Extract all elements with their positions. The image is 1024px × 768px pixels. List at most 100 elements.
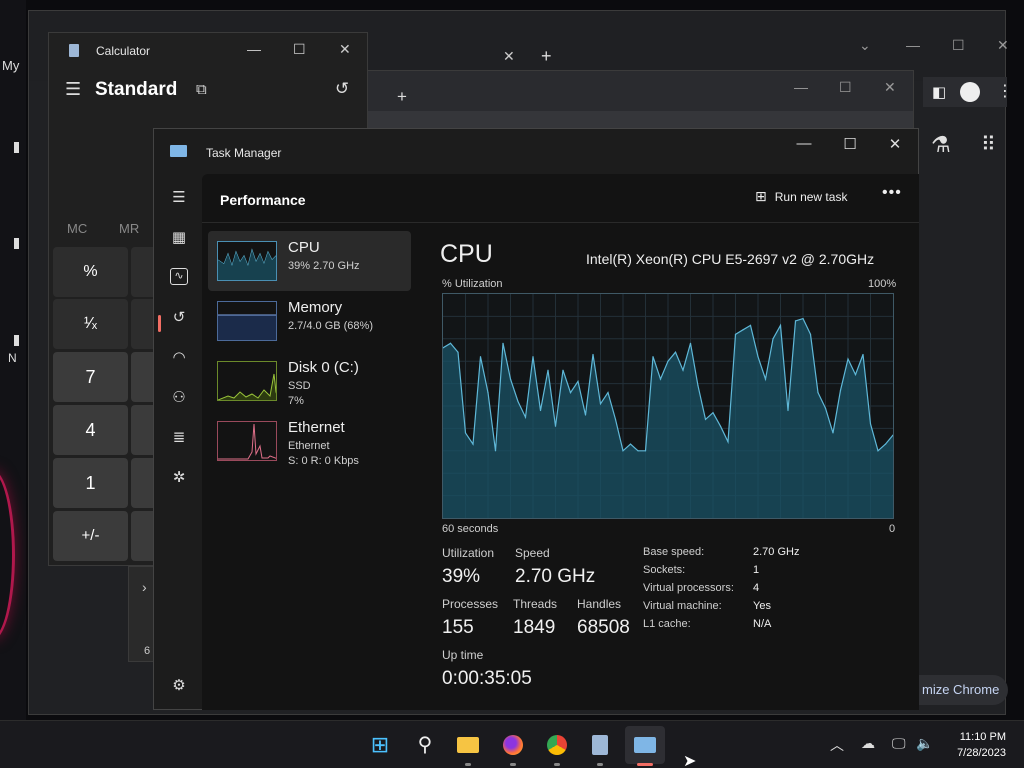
app-history-icon[interactable]: ↺ [170,308,188,326]
cpu-data-point [494,450,497,452]
tab-close-icon[interactable]: ✕ [503,48,515,65]
performance-content: Performance ⊞ Run new task ••• CPU 39% 2… [202,174,919,710]
perf-item-disk[interactable]: Disk 0 (C:) SSD 7% [208,351,411,411]
cpu-data-point [509,378,512,380]
perf-item-name: Disk 0 (C:) [288,359,359,376]
percent-button[interactable]: % [53,247,128,297]
file-explorer-icon[interactable] [456,734,480,756]
cpu-data-point [757,356,759,358]
volume-icon[interactable]: 🔈 [916,735,933,752]
chrome-menu-icon[interactable]: ⋮ [997,81,1013,101]
cpu-data-point [794,320,797,322]
perf-item-sub: S: 0 R: 0 Kbps [288,455,359,467]
new-tab-icon[interactable]: + [541,46,552,67]
cpu-data-point [764,378,767,380]
chevron-right-icon[interactable]: › [142,579,147,595]
apps-grid-icon[interactable]: ⠿ [981,132,996,157]
perf-item-name: CPU [288,239,320,256]
close-icon[interactable]: ✕ [339,41,351,58]
maximize-icon[interactable]: ☐ [839,79,852,96]
users-icon[interactable]: ⚇ [170,388,188,406]
hamburger-menu-icon[interactable]: ☰ [65,79,81,100]
cpu-data-point [682,369,684,371]
chevron-down-icon[interactable]: ⌄ [859,37,871,54]
minimize-icon[interactable]: — [247,41,261,57]
close-icon[interactable]: ✕ [884,79,896,96]
maximize-icon[interactable]: ☐ [293,41,306,58]
running-indicator [465,763,471,766]
cpu-data-point [464,432,467,434]
minimize-icon[interactable]: — [906,37,920,53]
cpu-data-point [622,450,624,452]
cpu-data-point [584,414,587,416]
desktop-icon-label[interactable]: My [2,58,19,73]
more-options-icon[interactable]: ••• [882,184,902,202]
perf-item-sub: 7% [288,395,304,407]
start-icon[interactable]: ⊞ [368,734,392,756]
system-clock[interactable]: 11:10 PM 7/28/2023 [957,729,1006,761]
perf-item-cpu[interactable]: CPU 39% 2.70 GHz [208,231,411,291]
processes-value: 155 [442,617,474,638]
cpu-data-point [869,423,872,425]
startup-apps-icon[interactable]: ◠ [170,348,188,366]
firefox-icon[interactable] [501,734,525,756]
processes-icon[interactable]: ▦ [170,228,188,246]
cpu-data-point [607,392,609,394]
desktop-icon-fragment [14,238,19,249]
details-icon[interactable]: ≣ [170,428,188,446]
cpu-data-point [472,443,474,445]
hamburger-menu-icon[interactable]: ☰ [170,188,188,206]
cpu-data-point [734,333,737,335]
run-task-icon: ⊞ [755,188,767,204]
cpu-data-point [637,450,639,452]
running-indicator [510,763,516,766]
memory-clear-button[interactable]: MC [67,221,87,236]
cpu-data-point [727,441,729,443]
desktop-icon-label-2[interactable]: N [8,351,17,365]
run-new-task-button[interactable]: ⊞ Run new task [755,188,847,205]
search-icon[interactable]: ⚲ [413,734,437,756]
onedrive-cloud-icon[interactable]: ☁ [861,735,875,752]
new-tab-icon[interactable]: + [397,87,407,107]
cpu-data-point [809,333,812,335]
network-icon[interactable]: 🖵 [892,735,906,752]
labs-flask-icon[interactable]: ⚗ [931,132,951,158]
digit-4-button[interactable]: 4 [53,405,128,455]
perf-item-ethernet[interactable]: Ethernet Ethernet S: 0 R: 0 Kbps [208,411,411,471]
spec-key: Sockets: [643,564,686,576]
calculator-icon[interactable] [588,734,612,756]
cpu-data-point [487,392,489,394]
close-icon[interactable]: ✕ [997,37,1009,54]
performance-icon[interactable]: ∿ [170,268,188,285]
y-axis-max-label: 100% [868,278,897,290]
side-panel-icon[interactable]: ◧ [932,83,946,101]
cpu-data-point [802,318,804,320]
x-axis-min-label: 0 [889,523,896,535]
minimize-icon[interactable]: — [794,79,808,95]
cpu-data-point [787,409,789,412]
memory-recall-button[interactable]: MR [119,221,139,236]
maximize-icon[interactable]: ☐ [952,37,965,54]
history-icon[interactable]: ↺ [335,79,349,99]
window-title: Calculator [96,44,151,58]
digit-7-button[interactable]: 7 [53,352,128,402]
settings-gear-icon[interactable]: ⚙ [170,676,188,694]
cpu-data-point [847,358,849,360]
minimize-icon[interactable]: — [789,135,819,152]
task-manager-icon[interactable] [633,734,657,756]
services-icon[interactable]: ✲ [170,468,188,486]
digit-1-button[interactable]: 1 [53,458,128,508]
chrome-icon[interactable] [545,734,569,756]
close-icon[interactable]: ✕ [880,135,910,153]
negate-button[interactable]: +/- [53,511,128,561]
cpu-data-point [877,450,879,452]
perf-item-sub: SSD [288,380,311,392]
maximize-icon[interactable]: ☐ [835,135,865,153]
profile-avatar[interactable] [960,82,980,102]
show-hidden-icons-chevron[interactable]: ︿ [830,735,844,755]
perf-item-memory[interactable]: Memory 2.7/4.0 GB (68%) [208,291,411,351]
cpu-data-point [577,380,579,382]
keep-on-top-icon[interactable]: ⧉ [196,81,207,98]
x-axis-label: 60 seconds [442,523,499,535]
reciprocal-button[interactable]: ¹⁄ₓ [53,299,128,349]
